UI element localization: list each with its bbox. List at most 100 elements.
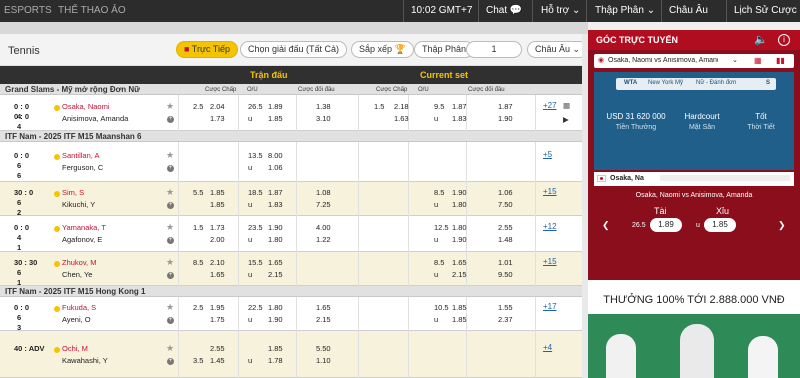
player-2-name[interactable]: Chen, Ye xyxy=(62,270,92,279)
favorite-star-icon[interactable]: ★ xyxy=(166,257,174,268)
sort-button[interactable]: Sắp xếp 🏆 xyxy=(351,41,414,58)
odds-cell[interactable]: 1.63 xyxy=(394,114,409,123)
stats-icon[interactable]: ▦ xyxy=(563,101,570,110)
add-icon[interactable]: + xyxy=(167,237,174,244)
over-odds-button[interactable]: 1.89 xyxy=(650,218,682,232)
league-row[interactable]: ITF Nam - 2025 ITF M15 Maanshan 6 xyxy=(0,131,582,142)
odds-cell[interactable]: 2.18 xyxy=(394,102,409,111)
favorite-star-icon[interactable]: ★ xyxy=(166,343,174,354)
odds-cell[interactable]: 1.89 xyxy=(268,102,283,111)
tab-surface[interactable]: S xyxy=(766,80,770,86)
odds-cell[interactable]: 4.00 xyxy=(316,223,331,232)
odds-cell[interactable]: 1.48 xyxy=(498,235,513,244)
odds-cell[interactable]: 1.83 xyxy=(268,200,283,209)
odds-cell[interactable]: 1.85 xyxy=(268,344,283,353)
match-selector[interactable]: ◉ Osaka, Naomi vs Anisimova, Amanda ⌄ ▦ … xyxy=(594,54,794,68)
odds-cell[interactable]: 1.10 xyxy=(316,356,331,365)
odds-cell[interactable]: 1.22 xyxy=(316,235,331,244)
tab-category[interactable]: Nữ - Đánh đơn xyxy=(696,80,736,86)
player-1-name[interactable]: Osaka, Naomi xyxy=(62,102,110,111)
add-icon[interactable]: + xyxy=(167,202,174,209)
odds-cell[interactable]: 7.25 xyxy=(316,200,331,209)
tab-wta[interactable]: WTA xyxy=(624,80,637,86)
more-markets-link[interactable]: +15 xyxy=(543,187,557,196)
odds-cell[interactable]: 7.50 xyxy=(498,200,513,209)
tab-location[interactable]: New York Mỹ xyxy=(648,80,683,86)
odds-cell[interactable]: 1.90 xyxy=(268,315,283,324)
odds-cell[interactable]: 1.80 xyxy=(452,200,467,209)
odds-cell[interactable]: 2.00 xyxy=(210,235,225,244)
odds-cell[interactable]: 1.01 xyxy=(498,258,513,267)
more-markets-link[interactable]: +15 xyxy=(543,257,557,266)
odds-cell[interactable]: 1.06 xyxy=(268,163,283,172)
league-row[interactable]: ITF Nam - 2025 ITF M15 Hong Kong 1 xyxy=(0,286,582,297)
favorite-star-icon[interactable]: ★ xyxy=(166,101,174,112)
page-input[interactable]: 1 xyxy=(466,41,522,58)
odds-cell[interactable]: 2.15 xyxy=(452,270,467,279)
support-menu[interactable]: Hỗ trợ ⌄ xyxy=(541,0,580,22)
odds-cell[interactable]: 1.85 xyxy=(210,188,225,197)
odds-cell[interactable]: 1.90 xyxy=(268,223,283,232)
odds-cell[interactable]: 1.73 xyxy=(210,223,225,232)
odds-cell[interactable]: 1.85 xyxy=(452,315,467,324)
odds-cell[interactable]: 1.90 xyxy=(498,114,513,123)
odds-cell[interactable]: 2.15 xyxy=(316,315,331,324)
odds-cell[interactable]: 1.87 xyxy=(498,102,513,111)
odds-cell[interactable]: 1.08 xyxy=(316,188,331,197)
add-icon[interactable]: + xyxy=(167,165,174,172)
odds-cell[interactable]: 2.04 xyxy=(210,102,225,111)
left-arrow-icon[interactable]: ❮ xyxy=(602,220,610,231)
player-2-name[interactable]: Ferguson, C xyxy=(62,163,103,172)
odds-cell[interactable]: 1.90 xyxy=(452,235,467,244)
favorite-star-icon[interactable]: ★ xyxy=(166,187,174,198)
odds-cell[interactable]: 2.55 xyxy=(210,344,225,353)
chat-button[interactable]: Chat 💬 xyxy=(486,0,522,22)
more-markets-link[interactable]: +17 xyxy=(543,302,557,311)
more-markets-link[interactable]: +4 xyxy=(543,343,552,352)
odds-cell[interactable]: 1.95 xyxy=(210,303,225,312)
odds-cell[interactable]: 1.38 xyxy=(316,102,331,111)
league-row[interactable]: Grand Slams - Mỹ mở rộng Đơn Nữ Cược Chấp… xyxy=(0,84,582,95)
court-icon[interactable]: ▦ xyxy=(754,56,762,65)
odds-cell[interactable]: 1.87 xyxy=(452,102,467,111)
player-2-name[interactable]: Anisimova, Amanda xyxy=(62,114,128,123)
nav-esports[interactable]: ESPORTS xyxy=(4,0,52,22)
player-2-name[interactable]: Ayeni, O xyxy=(62,315,91,324)
favorite-star-icon[interactable]: ★ xyxy=(166,150,174,161)
odds-cell[interactable]: 1.55 xyxy=(498,303,513,312)
more-markets-link[interactable]: +12 xyxy=(543,222,557,231)
league-select-button[interactable]: Chọn giải đấu (Tất Cả) xyxy=(240,41,348,58)
odds-cell[interactable]: 1.65 xyxy=(452,258,467,267)
live-tv-icon[interactable]: ▶ xyxy=(563,115,569,124)
odds-cell[interactable]: 1.75 xyxy=(210,315,225,324)
player-1-name[interactable]: Zhukov, M xyxy=(62,258,96,267)
player-2-name[interactable]: Kawahashi, Y xyxy=(62,356,108,365)
more-markets-link[interactable]: +27 xyxy=(543,101,557,110)
info-icon[interactable]: i xyxy=(778,34,790,46)
add-icon[interactable]: + xyxy=(167,272,174,279)
add-icon[interactable]: + xyxy=(167,116,174,123)
odds-cell[interactable]: 3.10 xyxy=(316,114,331,123)
odds-cell[interactable]: 1.80 xyxy=(268,303,283,312)
odds-cell[interactable]: 1.78 xyxy=(268,356,283,365)
odds-cell[interactable]: 5.50 xyxy=(316,344,331,353)
odds-cell[interactable]: 1.06 xyxy=(498,188,513,197)
player-2-name[interactable]: Agafonov, E xyxy=(62,235,102,244)
odds-cell[interactable]: 2.37 xyxy=(498,315,513,324)
speaker-icon[interactable]: 🔈 xyxy=(754,33,768,46)
bet-history-link[interactable]: Lịch Sử Cược xyxy=(734,0,797,22)
odds-cell[interactable]: 1.80 xyxy=(268,235,283,244)
promo-banner[interactable]: THƯỞNG 100% TỚI 2.888.000 VNĐ xyxy=(588,280,800,378)
odds-cell[interactable]: 1.83 xyxy=(452,114,467,123)
odds-cell[interactable]: 1.65 xyxy=(268,258,283,267)
add-icon[interactable]: + xyxy=(167,358,174,365)
odds-cell[interactable]: 1.85 xyxy=(268,114,283,123)
odds-cell[interactable]: 1.73 xyxy=(210,114,225,123)
odds-cell[interactable]: 8.00 xyxy=(268,151,283,160)
odds-cell[interactable]: 2.10 xyxy=(210,258,225,267)
odds-cell[interactable]: 1.85 xyxy=(210,200,225,209)
under-odds-button[interactable]: 1.85 xyxy=(704,218,736,232)
live-filter-button[interactable]: ■ Trực Tiếp xyxy=(176,41,238,58)
odds-cell[interactable]: 2.55 xyxy=(498,223,513,232)
more-markets-link[interactable]: +5 xyxy=(543,150,552,159)
